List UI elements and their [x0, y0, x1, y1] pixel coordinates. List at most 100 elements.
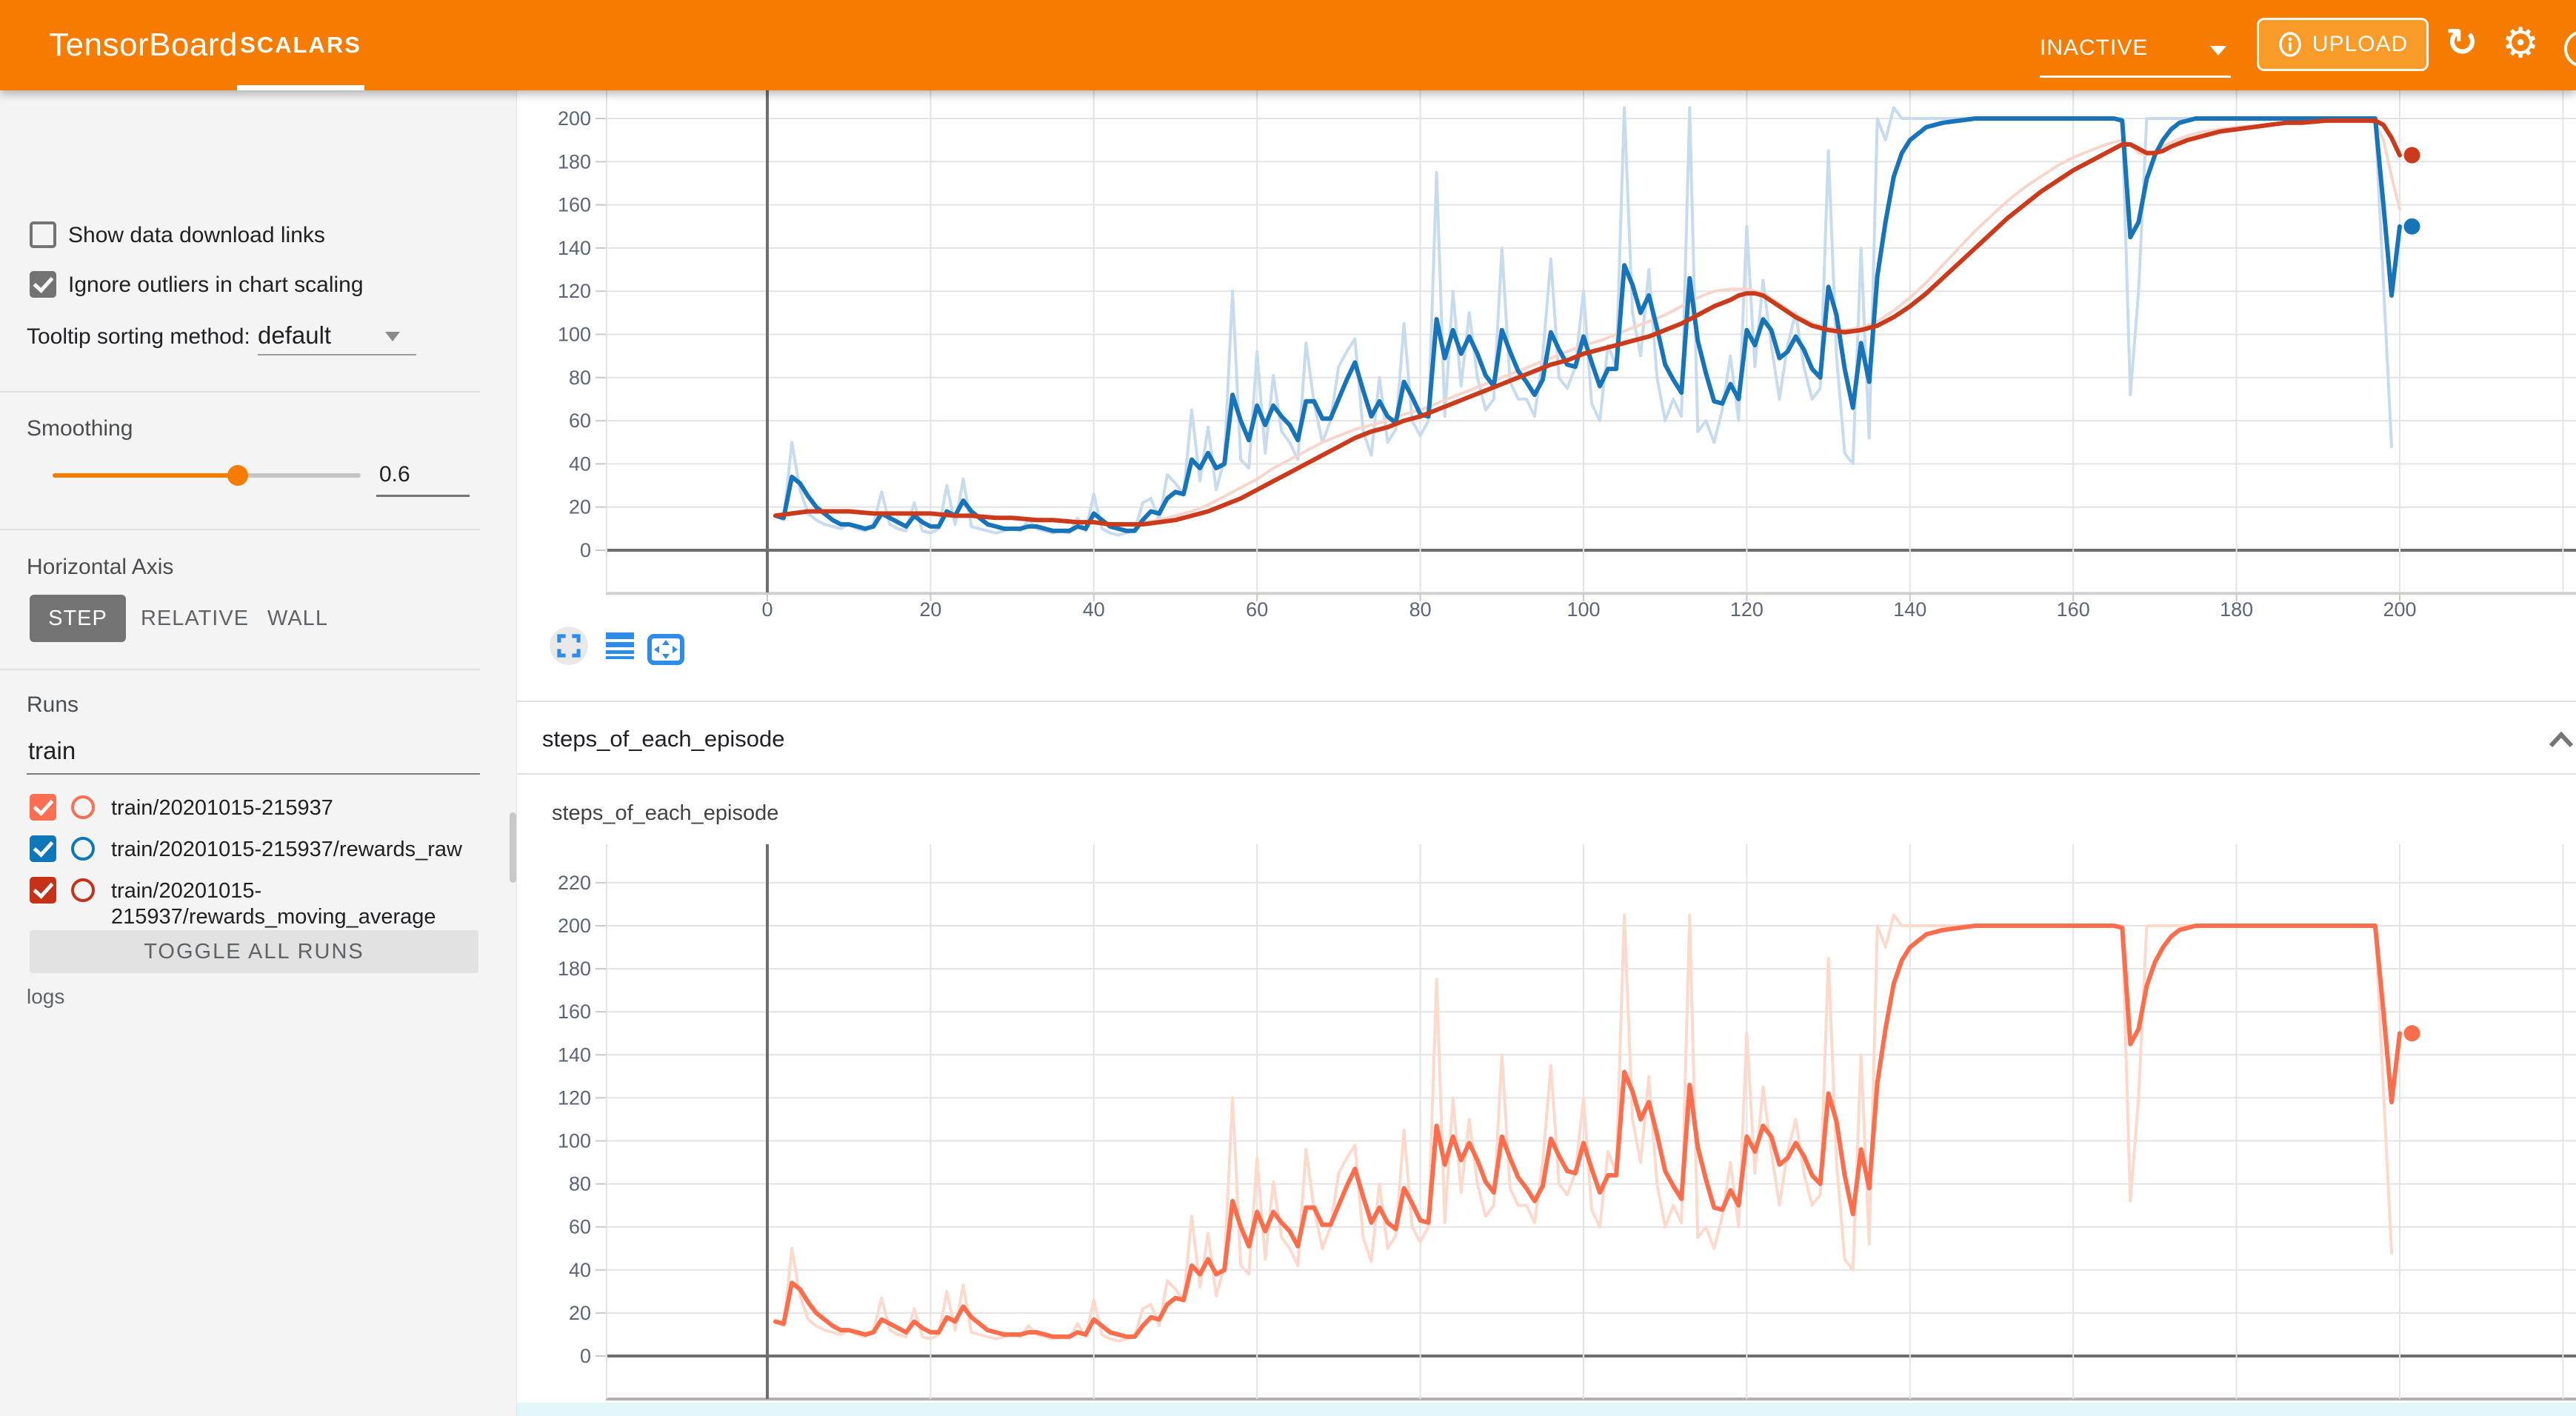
- svg-text:20: 20: [919, 598, 941, 621]
- divider: [0, 669, 480, 670]
- svg-text:200: 200: [558, 915, 591, 937]
- svg-text:140: 140: [1893, 598, 1926, 621]
- svg-text:40: 40: [569, 1259, 591, 1281]
- fullscreen-icon: [557, 634, 581, 658]
- svg-text:0: 0: [580, 1345, 591, 1367]
- svg-text:80: 80: [1409, 598, 1432, 621]
- check-icon: [33, 272, 54, 293]
- svg-text:80: 80: [569, 367, 591, 389]
- divider: [516, 701, 2576, 702]
- svg-text:100: 100: [558, 324, 591, 346]
- fit-domain-icon: [647, 634, 684, 665]
- help-icon[interactable]: [2564, 30, 2576, 67]
- show-download-links-label: Show data download links: [68, 223, 325, 248]
- divider: [516, 773, 2576, 775]
- svg-text:140: 140: [558, 237, 591, 259]
- tab-scalars[interactable]: SCALARS: [237, 0, 364, 90]
- dropdown-arrow-icon[interactable]: [2210, 46, 2226, 56]
- ignore-outliers-checkbox[interactable]: [30, 271, 56, 298]
- check-icon: [33, 795, 54, 816]
- svg-text:0: 0: [580, 539, 591, 561]
- svg-text:100: 100: [1566, 598, 1600, 621]
- info-icon: [2278, 32, 2303, 57]
- tensorboard-app: TensorBoard SCALARS INACTIVE UPLOAD ↻ ⚙ …: [0, 0, 2576, 1416]
- svg-text:200: 200: [558, 107, 591, 130]
- fit-domain-button[interactable]: [647, 634, 684, 665]
- svg-text:120: 120: [558, 1086, 591, 1109]
- run-checkbox[interactable]: [30, 794, 56, 821]
- run-label: train/20201015-215937/rewards_raw: [111, 837, 515, 863]
- log-scale-toggle-button[interactable]: [606, 632, 634, 659]
- upload-button[interactable]: UPLOAD: [2257, 18, 2429, 71]
- smoothing-slider-track[interactable]: [53, 473, 361, 478]
- svg-text:0: 0: [761, 598, 773, 621]
- axis-option-wall[interactable]: WALL: [261, 595, 335, 642]
- run-label: train/20201015-215937: [111, 795, 515, 821]
- smoothing-value-underline: [376, 495, 470, 497]
- svg-text:40: 40: [1083, 598, 1105, 621]
- axis-option-step[interactable]: STEP: [30, 595, 126, 642]
- dropdown-arrow-icon[interactable]: [385, 332, 400, 341]
- svg-text:20: 20: [569, 496, 591, 518]
- svg-text:200: 200: [2383, 598, 2416, 621]
- smoothing-slider-thumb[interactable]: [227, 465, 248, 486]
- experiment-select-underline: [2040, 76, 2231, 78]
- run-color-radio[interactable]: [71, 795, 95, 819]
- run-label: train/20201015-215937/rewards_moving_ave…: [111, 878, 481, 930]
- svg-text:120: 120: [1730, 598, 1764, 621]
- section-title: steps_of_each_episode: [542, 726, 784, 752]
- app-title: TensorBoard: [49, 0, 238, 90]
- experiment-status-select[interactable]: INACTIVE: [2040, 36, 2148, 61]
- svg-text:60: 60: [1246, 598, 1268, 621]
- upload-label: UPLOAD: [2312, 32, 2408, 57]
- ignore-outliers-label: Ignore outliers in chart scaling: [68, 273, 364, 298]
- chevron-up-icon[interactable]: [2549, 732, 2574, 748]
- app-header: TensorBoard SCALARS INACTIVE UPLOAD ↻ ⚙: [0, 0, 2576, 90]
- gear-icon[interactable]: ⚙: [2502, 19, 2539, 67]
- run-filter-underline: [27, 773, 480, 775]
- smoothing-label: Smoothing: [27, 416, 133, 441]
- toggle-all-runs-button[interactable]: TOGGLE ALL RUNS: [30, 930, 478, 973]
- check-icon: [33, 878, 54, 899]
- run-color-radio[interactable]: [71, 837, 95, 861]
- svg-text:180: 180: [2220, 598, 2253, 621]
- svg-text:220: 220: [558, 872, 591, 894]
- run-checkbox[interactable]: [30, 877, 56, 904]
- expand-chart-button[interactable]: [550, 627, 588, 665]
- svg-text:160: 160: [2057, 598, 2090, 621]
- svg-text:60: 60: [569, 410, 591, 432]
- smoothing-value-input[interactable]: 0.6: [379, 462, 410, 487]
- svg-text:60: 60: [569, 1216, 591, 1238]
- check-icon: [33, 836, 54, 858]
- settings-sidebar: Show data download links Ignore outliers…: [0, 90, 517, 1416]
- steps-chart[interactable]: 020406080100120140160180200220: [516, 844, 2576, 1416]
- svg-text:20: 20: [569, 1302, 591, 1324]
- svg-text:180: 180: [558, 150, 591, 173]
- divider: [0, 529, 480, 530]
- svg-text:160: 160: [558, 1001, 591, 1023]
- tooltip-sorting-select[interactable]: default: [258, 321, 331, 350]
- axis-option-relative[interactable]: RELATIVE: [147, 595, 243, 642]
- run-filter-input[interactable]: [27, 736, 474, 766]
- tooltip-sorting-label: Tooltip sorting method:: [27, 324, 250, 350]
- chart-card-title: steps_of_each_episode: [552, 801, 778, 826]
- show-download-links-checkbox[interactable]: [30, 221, 56, 248]
- run-color-radio[interactable]: [71, 878, 95, 902]
- sidebar-scrollbar[interactable]: [510, 812, 516, 883]
- active-tab-underline: [237, 85, 364, 90]
- tooltip-select-underline: [258, 354, 416, 355]
- svg-text:160: 160: [558, 194, 591, 216]
- svg-text:180: 180: [558, 958, 591, 980]
- refresh-icon[interactable]: ↻: [2446, 21, 2478, 65]
- run-checkbox[interactable]: [30, 835, 56, 862]
- svg-text:80: 80: [569, 1173, 591, 1195]
- horizontal-axis-label: Horizontal Axis: [27, 555, 173, 580]
- runs-label: Runs: [27, 692, 79, 718]
- svg-text:100: 100: [558, 1130, 591, 1152]
- divider: [0, 391, 480, 393]
- logs-label: logs: [27, 985, 64, 1009]
- log-scale-icon: [606, 632, 634, 659]
- rewards-chart[interactable]: 0 20 40 60 80 100 120 140 160 180 200 0 20 40 60 80 100 1…: [516, 90, 2576, 628]
- svg-text:120: 120: [558, 280, 591, 302]
- svg-text:40: 40: [569, 452, 591, 475]
